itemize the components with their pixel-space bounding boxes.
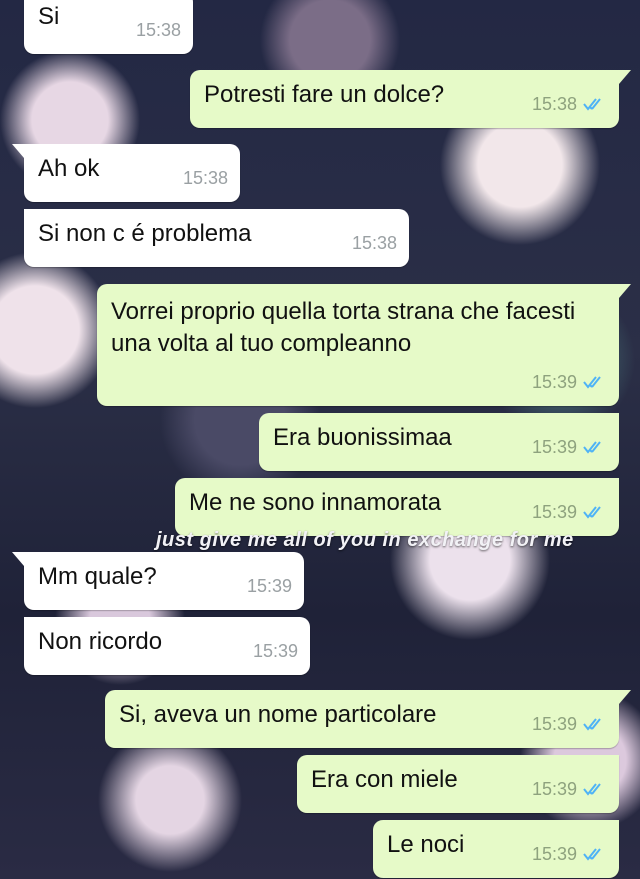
double-check-read-icon bbox=[583, 97, 607, 111]
message-text: Si non c é problema bbox=[38, 220, 252, 247]
message-meta: 15:38 bbox=[183, 162, 228, 194]
message-bubble-outgoing[interactable]: Si, aveva un nome particolare 15:39 bbox=[105, 690, 631, 748]
double-check-read-icon bbox=[583, 782, 607, 796]
message-meta: 15:38 bbox=[352, 227, 397, 259]
message-meta: 15:38 bbox=[532, 88, 607, 120]
message-meta: 15:39 bbox=[532, 838, 607, 870]
message-bubble-incoming[interactable]: Si non c é problema 15:38 bbox=[24, 209, 409, 267]
double-check-read-icon bbox=[583, 440, 607, 454]
message-text: Si bbox=[38, 3, 60, 30]
message-time: 15:38 bbox=[351, 233, 397, 253]
message-meta: 15:39 bbox=[532, 431, 607, 463]
message-bubble-incoming[interactable]: Mm quale? 15:39 bbox=[12, 552, 304, 610]
message-text: Era con miele bbox=[311, 766, 458, 793]
message-meta: 15:39 bbox=[247, 570, 292, 602]
message-meta: 15:38 bbox=[136, 14, 181, 46]
message-bubble-outgoing[interactable]: Me ne sono innamorata 15:39 bbox=[175, 478, 619, 536]
double-check-read-icon bbox=[583, 375, 607, 389]
double-check-read-icon bbox=[583, 505, 607, 519]
message-text: Me ne sono innamorata bbox=[189, 489, 442, 516]
message-bubble-incoming[interactable]: Si 15:38 bbox=[24, 0, 193, 54]
message-text: Si, aveva un nome particolare bbox=[119, 701, 437, 728]
message-time: 15:39 bbox=[531, 437, 577, 457]
message-meta: 15:39 bbox=[532, 496, 607, 528]
message-time: 15:39 bbox=[246, 576, 292, 596]
message-time: 15:39 bbox=[531, 844, 577, 864]
message-time: 15:39 bbox=[531, 502, 577, 522]
message-meta: 15:39 bbox=[532, 708, 607, 740]
message-bubble-outgoing[interactable]: Era con miele 15:39 bbox=[297, 755, 619, 813]
message-text: Mm quale? bbox=[38, 563, 157, 590]
message-text: Vorrei proprio quella torta strana che f… bbox=[111, 298, 576, 357]
message-text: Non ricordo bbox=[38, 628, 163, 655]
message-bubble-incoming[interactable]: Ah ok 15:38 bbox=[12, 144, 240, 202]
message-time: 15:39 bbox=[252, 641, 298, 661]
message-meta: 15:39 bbox=[253, 635, 298, 667]
message-text: Le noci bbox=[387, 831, 465, 858]
message-time: 15:38 bbox=[182, 168, 228, 188]
double-check-read-icon bbox=[583, 717, 607, 731]
message-time: 15:38 bbox=[135, 20, 181, 40]
message-text: Ah ok bbox=[38, 155, 100, 182]
message-bubble-outgoing[interactable]: Le noci 15:39 bbox=[373, 820, 619, 878]
message-text: Potresti fare un dolce? bbox=[204, 81, 445, 108]
message-meta: 15:39 bbox=[532, 366, 607, 398]
message-bubble-outgoing[interactable]: Potresti fare un dolce? 15:38 bbox=[190, 70, 631, 128]
message-bubble-outgoing[interactable]: Vorrei proprio quella torta strana che f… bbox=[97, 284, 631, 406]
message-time: 15:39 bbox=[531, 372, 577, 392]
message-time: 15:38 bbox=[531, 94, 577, 114]
message-bubble-outgoing[interactable]: Era buonissimaa 15:39 bbox=[259, 413, 619, 471]
message-meta: 15:39 bbox=[532, 773, 607, 805]
message-time: 15:39 bbox=[531, 714, 577, 734]
double-check-read-icon bbox=[583, 847, 607, 861]
message-bubble-incoming[interactable]: Non ricordo 15:39 bbox=[24, 617, 310, 675]
message-text: Era buonissimaa bbox=[273, 424, 452, 451]
wallpaper-caption: just give me all of you in exchange for … bbox=[156, 529, 574, 551]
message-time: 15:39 bbox=[531, 779, 577, 799]
